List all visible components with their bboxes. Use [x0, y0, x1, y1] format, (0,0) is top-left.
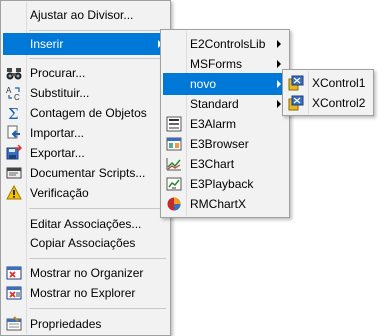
menu-item-label: Mostrar no Organizer	[30, 266, 144, 280]
submenu-item-novo[interactable]: novo	[163, 73, 287, 95]
submenu-item-standard[interactable]: Standard	[163, 93, 287, 115]
menu-item-label: Copiar Associações	[30, 236, 136, 250]
svg-text:C: C	[14, 93, 20, 101]
menu-item-substituir[interactable]: AC Substituir...	[3, 82, 168, 104]
chart-icon	[166, 156, 182, 172]
menu-item-label: Standard	[190, 97, 239, 111]
menu-separator	[29, 308, 166, 309]
menu-separator	[29, 208, 166, 209]
inserir-submenu: E2ControlsLib MSForms novo Standard E3Al…	[160, 29, 290, 218]
submenu-arrow-icon	[277, 80, 281, 88]
replace-icon: AC	[6, 85, 22, 101]
import-icon	[6, 125, 22, 141]
menu-item-label: Mostrar no Explorer	[30, 286, 136, 300]
menu-item-label: RMChartX	[190, 197, 247, 211]
xcontrol-icon	[288, 95, 304, 111]
menu-separator	[29, 30, 166, 31]
submenu-item-msforms[interactable]: MSForms	[163, 53, 287, 75]
menu-item-documentar-scripts[interactable]: Documentar Scripts...	[3, 162, 168, 184]
menu-item-procurar[interactable]: Procurar...	[3, 62, 168, 84]
menu-item-label: E3Chart	[190, 157, 235, 171]
menu-item-label: E3Alarm	[190, 117, 237, 131]
menu-item-label: E3Playback	[190, 177, 254, 191]
alarm-icon	[166, 116, 182, 132]
menu-item-label: Documentar Scripts...	[30, 166, 146, 180]
script-document-icon	[6, 165, 22, 181]
browser-icon	[166, 136, 182, 152]
menu-item-inserir[interactable]: Inserir	[3, 33, 168, 55]
menu-item-copiar-associacoes[interactable]: Copiar Associações	[3, 232, 168, 254]
menu-item-label: E2ControlsLib	[190, 37, 266, 51]
menu-item-label: Verificação	[30, 186, 89, 200]
menu-item-label: MSForms	[190, 57, 242, 71]
submenu-item-xcontrol1[interactable]: XControl1	[285, 72, 371, 94]
submenu-arrow-icon	[277, 60, 281, 68]
svg-text:A: A	[6, 86, 12, 95]
menu-item-propriedades[interactable]: Propriedades	[3, 313, 168, 335]
organizer-icon	[6, 265, 22, 281]
menu-item-ajustar-ao-divisor[interactable]: Ajustar ao Divisor...	[3, 4, 168, 26]
properties-icon	[6, 316, 22, 332]
playback-icon	[166, 176, 182, 192]
menu-item-label: XControl2	[312, 96, 366, 110]
submenu-item-xcontrol2[interactable]: XControl2	[285, 92, 371, 114]
menu-separator	[29, 58, 166, 59]
submenu-item-e3playback[interactable]: E3Playback	[163, 173, 287, 195]
menu-item-label: Substituir...	[30, 86, 90, 100]
submenu-item-e3browser[interactable]: E3Browser	[163, 133, 287, 155]
binoculars-icon	[6, 65, 22, 81]
menu-item-contagem-de-objetos[interactable]: Σ Contagem de Objetos	[3, 102, 168, 124]
rmchart-icon	[166, 196, 182, 212]
xcontrol-icon	[288, 75, 304, 91]
menu-item-importar[interactable]: Importar...	[3, 122, 168, 144]
explorer-icon	[6, 285, 22, 301]
export-icon	[6, 145, 22, 161]
submenu-arrow-icon	[277, 40, 281, 48]
submenu-item-e2controlslib[interactable]: E2ControlsLib	[163, 33, 287, 55]
menu-item-label: E3Browser	[190, 137, 249, 151]
context-menu: Ajustar ao Divisor... Inserir Procurar..…	[0, 0, 171, 336]
warning-icon	[6, 185, 22, 201]
submenu-item-e3alarm[interactable]: E3Alarm	[163, 113, 287, 135]
menu-item-label: Propriedades	[30, 317, 102, 331]
menu-separator	[29, 258, 166, 259]
menu-item-label: Importar...	[30, 126, 85, 140]
menu-item-label: XControl1	[312, 76, 366, 90]
menu-item-verificacao[interactable]: Verificação	[3, 182, 168, 204]
submenu-item-rmchartx[interactable]: RMChartX	[163, 193, 287, 215]
menu-item-exportar[interactable]: Exportar...	[3, 142, 168, 164]
menu-item-label: novo	[190, 77, 217, 91]
menu-item-label: Ajustar ao Divisor...	[30, 8, 134, 22]
sigma-icon: Σ	[6, 105, 22, 121]
novo-submenu: XControl1 XControl2	[282, 69, 374, 116]
menu-item-mostrar-no-explorer[interactable]: Mostrar no Explorer	[3, 282, 168, 304]
menu-item-label: Exportar...	[30, 146, 85, 160]
submenu-item-e3chart[interactable]: E3Chart	[163, 153, 287, 175]
menu-item-mostrar-no-organizer[interactable]: Mostrar no Organizer	[3, 262, 168, 284]
menu-item-label: Inserir	[30, 37, 64, 51]
submenu-arrow-icon	[277, 100, 281, 108]
menu-item-label: Contagem de Objetos	[30, 106, 147, 120]
menu-item-label: Editar Associações...	[30, 217, 142, 231]
svg-text:Σ: Σ	[8, 105, 19, 121]
menu-item-label: Procurar...	[30, 66, 86, 80]
